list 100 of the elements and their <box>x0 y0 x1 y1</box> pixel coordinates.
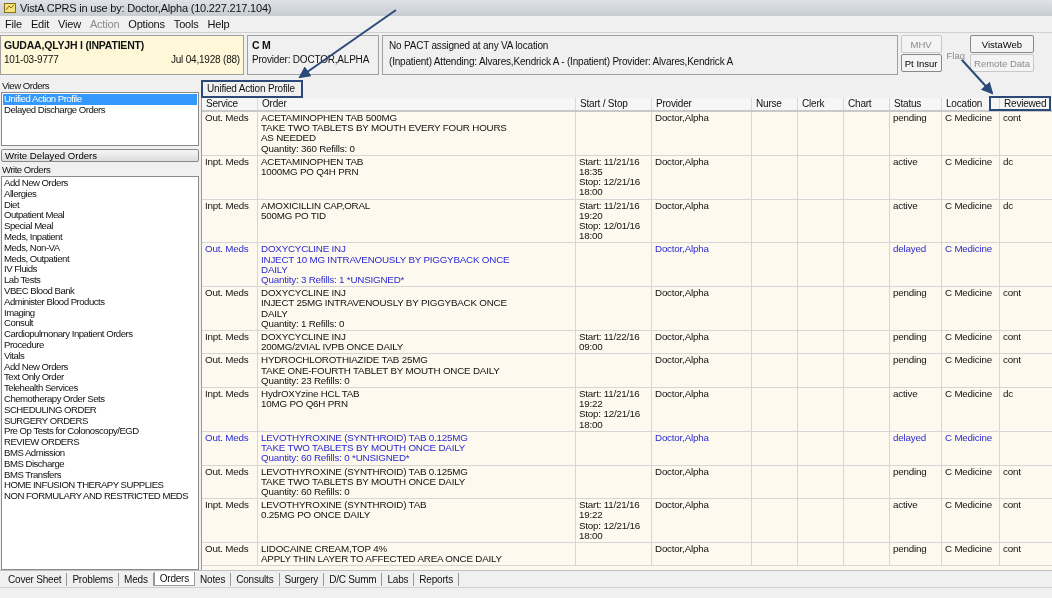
location-panel[interactable]: No PACT assigned at any VA location (Inpatient) Attending: Alvares,Kendrick A - (Inpatient) Provider: Alvares,Kendrick A <box>382 35 898 75</box>
start-stop-text: Start: 11/21/16 <box>579 500 641 511</box>
list-item[interactable]: Cardiopulmonary Inpatient Orders <box>3 329 197 340</box>
reviewed-cell: cont <box>1003 465 1021 477</box>
write-orders-list[interactable] <box>1 176 199 570</box>
status-cell: pending <box>893 112 927 123</box>
column-header[interactable]: Status <box>890 98 942 110</box>
list-item[interactable]: Delayed Discharge Orders <box>3 104 197 116</box>
list-item[interactable]: Meds, Non-VA <box>3 242 197 254</box>
list-item[interactable]: Add New Orders <box>3 178 197 189</box>
list-item[interactable]: Pre Op Tests for Colonoscopy/EGD <box>3 426 197 438</box>
menu-item[interactable]: Options <box>128 18 165 30</box>
reviewed-cell: cont <box>1003 287 1021 299</box>
menu-item[interactable]: View <box>58 18 81 30</box>
tab[interactable]: Meds <box>119 572 154 586</box>
column-header[interactable]: Nurse <box>752 98 798 110</box>
tab[interactable]: Reports <box>414 572 459 586</box>
list-item[interactable]: Meds, Outpatient <box>3 253 197 265</box>
list-item[interactable]: Allergies <box>3 188 197 200</box>
location-cell: C Medicine <box>945 388 992 400</box>
menu-item[interactable]: Help <box>207 18 230 30</box>
write-delayed-orders-button[interactable]: Write Delayed Orders <box>1 149 199 162</box>
list-item[interactable]: Special Meal <box>3 221 197 232</box>
pact-text: No PACT assigned at any VA location <box>389 40 550 51</box>
order-text: 200MG/2VIAL IVPB ONCE DAILY <box>261 342 405 353</box>
tab[interactable]: Consults <box>231 572 280 586</box>
list-item[interactable]: Meds, Inpatient <box>3 232 197 243</box>
menu-item[interactable]: File <box>5 18 22 30</box>
list-item[interactable]: Procedure <box>3 339 197 351</box>
start-stop-text: Start: 11/21/16 <box>579 389 641 400</box>
start-stop-text: 09:00 <box>579 342 604 353</box>
list-item[interactable]: Add New Orders <box>3 361 197 373</box>
provider-cell: Doctor,Alpha <box>655 499 709 511</box>
view-orders-label: View Orders <box>1 80 51 92</box>
app-icon <box>4 2 16 14</box>
list-item[interactable]: Imaging <box>3 307 197 319</box>
start-stop-text: Stop: 12/21/16 <box>579 520 641 531</box>
list-item[interactable]: BMS Transfers <box>3 469 197 481</box>
menu-item[interactable]: Tools <box>173 18 199 30</box>
list-item[interactable]: SCHEDULING ORDER <box>3 404 197 416</box>
location-cell: C Medicine <box>945 542 992 554</box>
header-button[interactable]: VistaWeb <box>970 35 1034 53</box>
service-cell: Out. Meds <box>205 431 249 443</box>
tab[interactable]: Surgery <box>279 572 325 586</box>
status-cell: pending <box>893 287 927 299</box>
list-item[interactable]: IV Fluids <box>3 264 197 276</box>
list-item[interactable]: BMS Admission <box>3 447 197 459</box>
provider-cell: Doctor,Alpha <box>655 243 709 255</box>
column-header[interactable]: Location <box>942 98 1000 110</box>
list-item[interactable]: Vitals <box>3 350 197 362</box>
location-cell: C Medicine <box>945 155 992 167</box>
status-cell: pending <box>893 354 927 366</box>
list-item[interactable]: Administer Blood Products <box>3 296 197 308</box>
order-text: LEVOTHYROXINE (SYNTHROID) TAB <box>261 500 428 511</box>
location-cell: C Medicine <box>945 287 992 299</box>
tab[interactable]: Orders <box>153 572 196 586</box>
list-item[interactable]: Telehealth Services <box>3 383 197 394</box>
order-text: HydrOXYzine HCL TAB <box>261 389 361 400</box>
list-item[interactable]: Diet <box>3 199 197 211</box>
tab[interactable]: Labs <box>382 572 415 586</box>
start-stop-text: 19:20 <box>579 210 604 222</box>
column-header[interactable]: Provider <box>652 98 752 110</box>
column-header[interactable]: Reviewed <box>1000 98 1052 110</box>
order-text: Quantity: 60 Refills: 0 *UNSIGNED* <box>261 453 411 464</box>
list-item[interactable]: Chemotherapy Order Sets <box>3 393 197 405</box>
order-text: INJECT 10 MG INTRAVENOUSLY BY PIGGYBACK ONCE <box>261 254 511 265</box>
column-header[interactable]: Start / Stop <box>576 98 652 110</box>
start-stop-text: Start: 11/22/16 <box>579 332 641 343</box>
list-item[interactable]: Text Only Order <box>3 372 197 384</box>
list-item[interactable]: REVIEW ORDERS <box>3 437 197 448</box>
column-header[interactable]: Order <box>258 98 576 110</box>
column-header[interactable]: Chart <box>844 98 890 110</box>
start-stop-text: 18:35 <box>579 167 604 178</box>
list-item[interactable]: VBEC Blood Bank <box>3 285 197 297</box>
column-header[interactable]: Clerk <box>798 98 844 110</box>
tab[interactable]: Notes <box>195 572 232 586</box>
list-item[interactable]: SURGERY ORDERS <box>3 415 197 427</box>
start-stop-text: 19:22 <box>579 510 604 521</box>
list-item[interactable]: Outpatient Meal <box>3 210 197 222</box>
tab[interactable]: Cover Sheet <box>3 572 68 586</box>
order-text: 500MG PO TID <box>261 210 326 222</box>
list-item[interactable]: Consult <box>3 318 197 330</box>
status-cell: active <box>893 199 918 211</box>
header-button[interactable]: Pt Insur <box>900 54 942 72</box>
order-text: DOXYCYCLINE INJ <box>261 244 347 255</box>
start-stop-text: 18:00 <box>579 231 604 242</box>
menu-item[interactable]: Edit <box>30 18 50 30</box>
list-item[interactable]: NON FORMULARY AND RESTRICTED MEDS <box>3 491 197 502</box>
view-orders-list[interactable]: Unified Action Profile Delayed Discharge Orders <box>1 92 199 146</box>
location-cell: C Medicine <box>945 199 992 211</box>
tab[interactable]: Problems <box>67 572 120 586</box>
order-text: DOXYCYCLINE INJ <box>261 332 347 343</box>
column-header[interactable]: Service <box>202 98 258 110</box>
tab[interactable]: D/C Summ <box>324 572 383 586</box>
list-item[interactable]: Lab Tests <box>3 275 197 286</box>
order-text: AS NEEDED <box>261 133 317 144</box>
patient-panel[interactable]: GUDAA,QLYJH I (INPATIENT) 101-03-9777 Jul 04,1928 (88) <box>0 35 244 75</box>
list-item[interactable]: HOME INFUSION THERAPY SUPPLIES <box>3 480 197 492</box>
list-item[interactable]: BMS Discharge <box>3 458 197 470</box>
location-cell: C Medicine <box>945 331 992 343</box>
